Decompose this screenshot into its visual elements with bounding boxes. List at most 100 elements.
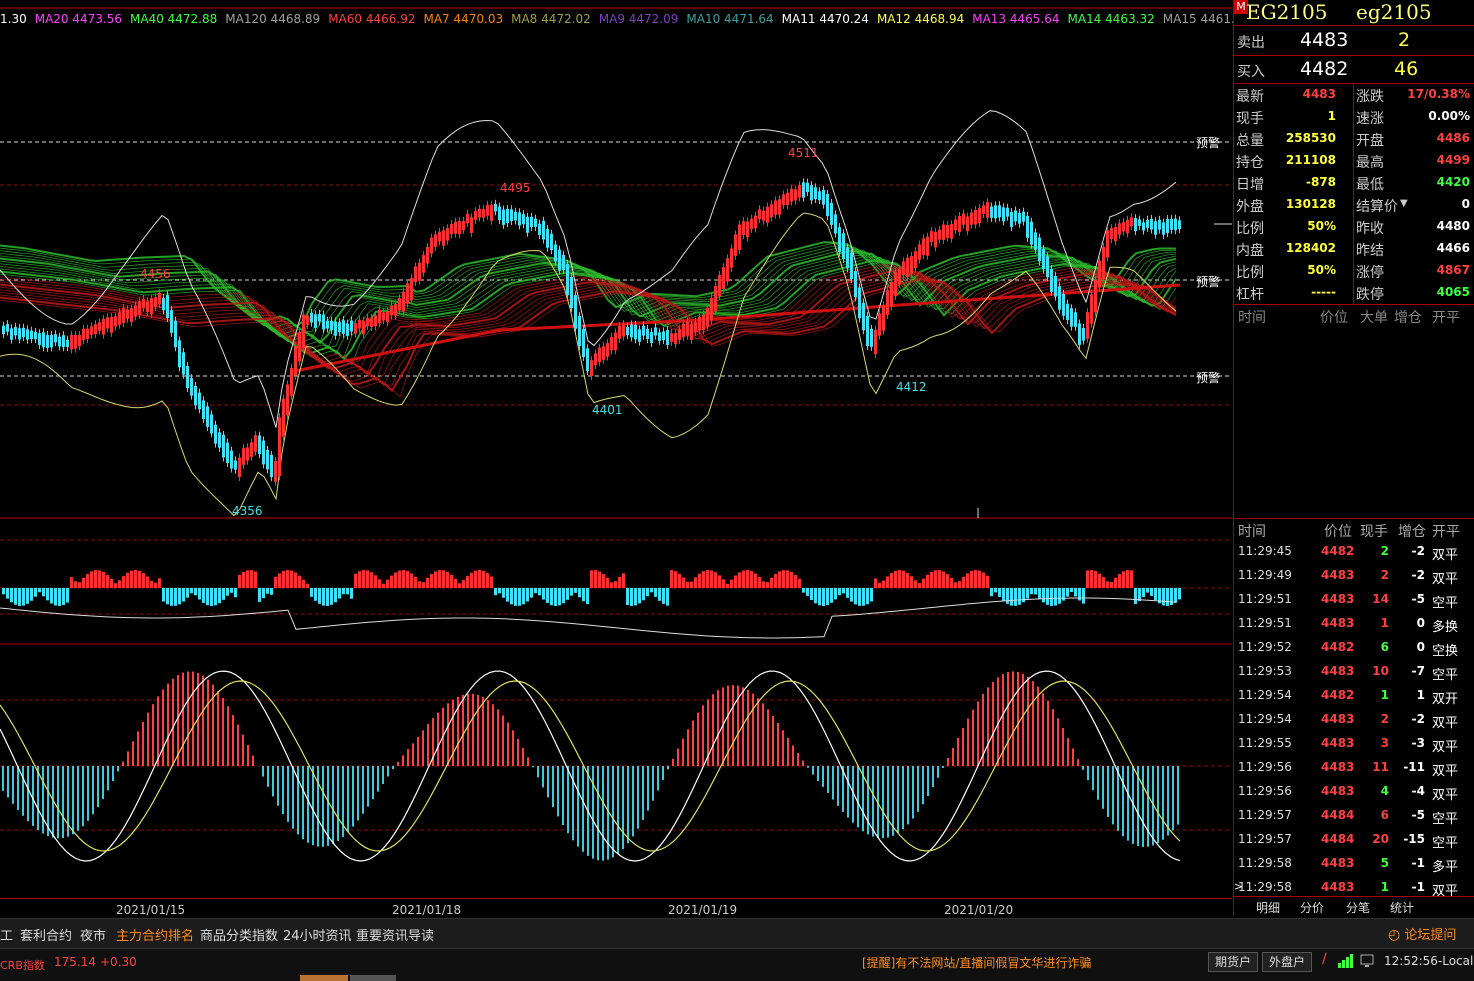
stat-label: 涨停 xyxy=(1356,262,1384,282)
tick-row[interactable]: 11:29:57448420-15空平 xyxy=(1234,828,1474,852)
tick-type: 双平 xyxy=(1432,568,1458,587)
stat-label: 外盘 xyxy=(1236,196,1264,216)
volume-bar xyxy=(402,570,405,588)
bottom-tab[interactable]: 工 xyxy=(0,925,13,944)
kline-chart-svg[interactable] xyxy=(0,0,1232,898)
candle-body xyxy=(270,455,273,477)
tick-row[interactable]: 11:29:54448211双开 xyxy=(1234,684,1474,708)
ma-legend-item[interactable]: MA20 4473.56 xyxy=(35,12,122,26)
tick-row[interactable]: 11:29:4944832-2双平 xyxy=(1234,564,1474,588)
bottom-tab[interactable]: 套利合约 xyxy=(20,925,72,944)
ma-legend-item[interactable]: MA60 4466.92 xyxy=(328,12,415,26)
candle-body xyxy=(870,329,873,347)
kline-chart-area[interactable]: 1.30 MA20 4473.56 MA40 4472.88 MA120 4468.8… xyxy=(0,0,1232,898)
ma-legend-item[interactable]: MA8 4472.02 xyxy=(511,12,591,26)
chevron-down-icon[interactable]: ▼ xyxy=(1400,198,1408,209)
volume-bar xyxy=(726,584,729,588)
index-name[interactable]: CRB指数 xyxy=(0,957,45,973)
tick-row[interactable]: 11:29:51448314-5空平 xyxy=(1234,588,1474,612)
tick-list[interactable]: 11:29:4544822-2双平11:29:4944832-2双平11:29:… xyxy=(1234,540,1474,896)
volume-bar xyxy=(746,570,749,588)
candle-body xyxy=(654,327,657,335)
candle-body xyxy=(82,329,85,340)
stat-label: 昨收 xyxy=(1356,218,1384,238)
macd-histogram-bar xyxy=(827,766,829,793)
volume-bar xyxy=(1034,588,1037,594)
volume-bar xyxy=(10,588,13,602)
tick-row[interactable]: 11:29:51448310多换 xyxy=(1234,612,1474,636)
bottom-tab[interactable]: 夜市 xyxy=(80,925,106,944)
tick-row[interactable]: 11:29:5644834-4双平 xyxy=(1234,780,1474,804)
volume-bar xyxy=(426,578,429,588)
volume-bar xyxy=(178,588,181,604)
alert-label-mid[interactable]: 预警 xyxy=(1196,273,1220,290)
tick-row[interactable]: 11:29:53448310-7空平 xyxy=(1234,660,1474,684)
tick-row[interactable]: 11:29:5744846-5空平 xyxy=(1234,804,1474,828)
ma-legend-item[interactable]: MA7 4470.03 xyxy=(423,12,503,26)
ma-legend-item[interactable]: MA11 4470.24 xyxy=(782,12,869,26)
tick-row[interactable]: 11:29:5544833-3双平 xyxy=(1234,732,1474,756)
tick-tab[interactable]: 明细 xyxy=(1256,899,1280,916)
tick-time: 11:29:49 xyxy=(1238,568,1292,582)
tick-row[interactable]: 11:29:52448260空换 xyxy=(1234,636,1474,660)
volume-bar xyxy=(434,571,437,588)
ma-legend-item[interactable]: MA120 4468.89 xyxy=(225,12,320,26)
volume-bar xyxy=(1142,588,1145,597)
macd-histogram-bar xyxy=(157,696,159,766)
volume-bar xyxy=(522,588,525,604)
volume-bar xyxy=(1118,574,1121,588)
tick-time: 11:29:51 xyxy=(1238,616,1292,630)
macd-histogram-bar xyxy=(872,766,874,837)
tick-row[interactable]: 11:29:5444832-2双平 xyxy=(1234,708,1474,732)
bottom-tab[interactable]: 24小时资讯 xyxy=(283,925,352,944)
tick-qty: 2 xyxy=(1381,568,1389,582)
warning-notice[interactable]: [提醒]有不法网站/直播间假冒文华进行诈骗 xyxy=(862,954,1091,971)
tick-row[interactable]: 11:29:4544822-2双平 xyxy=(1234,540,1474,564)
tick-type: 多平 xyxy=(1432,856,1458,875)
macd-histogram-bar xyxy=(407,749,409,766)
ma-legend-item[interactable]: MA10 4471.64 xyxy=(686,12,773,26)
volume-bar xyxy=(706,570,709,588)
forex-account-button[interactable]: 外盘户 xyxy=(1262,952,1312,972)
buy-price[interactable]: 4482 xyxy=(1300,58,1348,80)
candle-body xyxy=(334,322,337,336)
ma-legend-item[interactable]: MA9 4472.09 xyxy=(599,12,679,26)
tick-tab[interactable]: 分价 xyxy=(1300,899,1324,916)
ma-legend-item[interactable]: MA13 4465.64 xyxy=(972,12,1059,26)
volume-bar xyxy=(310,588,313,597)
candle-body xyxy=(102,319,105,335)
candle-body xyxy=(774,200,777,214)
volume-bar xyxy=(698,574,701,588)
candle-body xyxy=(1078,323,1081,344)
macd-histogram-bar xyxy=(662,766,664,780)
macd-histogram-bar xyxy=(1147,766,1149,847)
alert-label-top[interactable]: 预警 xyxy=(1196,134,1220,151)
bottom-tab[interactable]: 主力合约排名 xyxy=(116,925,194,944)
ma-legend-item[interactable]: MA12 4468.94 xyxy=(877,12,964,26)
sell-price[interactable]: 4483 xyxy=(1300,29,1348,51)
bottom-tab[interactable]: 商品分类指数 xyxy=(200,925,278,944)
tick-tab[interactable]: 统计 xyxy=(1390,899,1414,916)
volume-bar xyxy=(486,573,489,588)
candle-body xyxy=(1010,212,1013,227)
futures-account-button[interactable]: 期货户 xyxy=(1208,952,1258,972)
tick-row[interactable]: 11:29:56448311-11双平 xyxy=(1234,756,1474,780)
tick-tab[interactable]: 分笔 xyxy=(1346,899,1370,916)
volume-bar xyxy=(278,573,281,588)
volume-bar xyxy=(466,576,469,588)
volume-bar xyxy=(174,588,177,606)
candle-body xyxy=(262,441,265,465)
ma-legend-item[interactable]: 1.30 xyxy=(0,12,27,26)
macd-histogram-bar xyxy=(1012,671,1014,766)
forum-link[interactable]: ◴ 论坛提问 xyxy=(1388,924,1456,943)
alert-label-bottom[interactable]: 预警 xyxy=(1196,369,1220,386)
contract-code-upper[interactable]: EG2105 xyxy=(1246,0,1327,24)
tick-oi: -5 xyxy=(1412,592,1425,606)
stats-left: 最新4483现手1总量258530持仓211108日增-878外盘130128比… xyxy=(1234,84,1352,304)
ma-legend-item[interactable]: MA14 4463.32 xyxy=(1068,12,1155,26)
bottom-tab[interactable]: 重要资讯导读 xyxy=(356,925,434,944)
ma-legend-item[interactable]: MA40 4472.88 xyxy=(130,12,217,26)
contract-code-lower[interactable]: eg2105 xyxy=(1356,0,1432,24)
tick-row[interactable]: 11:29:5844835-1多平 xyxy=(1234,852,1474,876)
stat-value: 4486 xyxy=(1437,131,1470,145)
